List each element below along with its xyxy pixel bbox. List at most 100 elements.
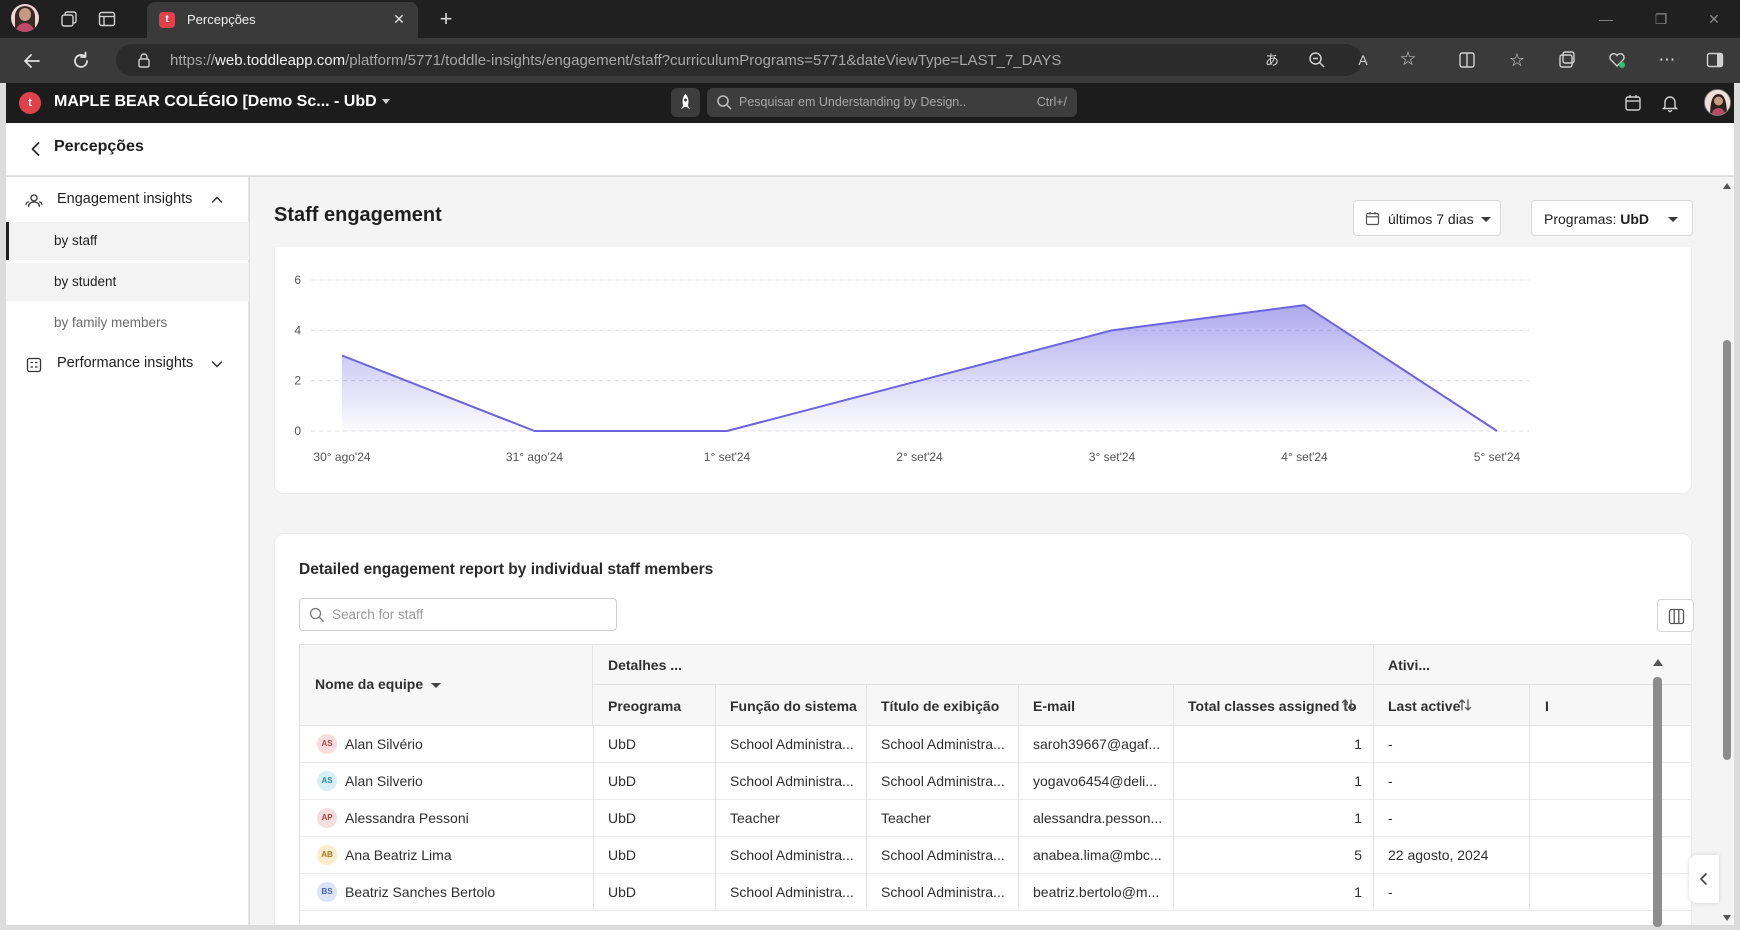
collections-icon[interactable] — [1557, 50, 1577, 70]
col-header-classes[interactable]: Total classes assigned to — [1188, 698, 1357, 714]
group-header-details: Detalhes ... — [608, 657, 682, 673]
zoom-out-icon[interactable] — [1307, 50, 1327, 70]
browser-tab-active[interactable]: t Percepções ✕ — [147, 2, 418, 38]
sort-icon[interactable] — [1340, 697, 1356, 713]
table-scrollbar[interactable] — [1651, 655, 1664, 927]
translate-icon[interactable]: あ — [1262, 50, 1282, 70]
favorite-star-icon[interactable]: ☆ — [1398, 50, 1418, 70]
school-caret-icon[interactable] — [382, 99, 390, 104]
calendar-icon[interactable] — [1623, 93, 1643, 113]
col-header-role[interactable]: Função do sistema — [730, 698, 857, 714]
school-switcher[interactable]: MAPLE BEAR COLÉGIO [Demo Sc... - UbD — [54, 93, 377, 111]
url-field[interactable]: https://web.toddleapp.com/platform/5771/… — [116, 44, 1362, 76]
tab-close-icon[interactable]: ✕ — [390, 10, 408, 28]
table-row[interactable]: BS Beatriz Sanches Bertolo UbD School Admin… — [300, 874, 1691, 911]
split-screen-icon[interactable] — [1457, 50, 1477, 70]
col-header-extra[interactable]: I — [1545, 698, 1549, 714]
cell-name[interactable]: Beatriz Sanches Bertolo — [345, 884, 495, 900]
column-settings-button[interactable] — [1657, 599, 1694, 632]
sidebar-item-by-staff[interactable]: by staff — [6, 222, 249, 260]
divider — [715, 726, 716, 763]
window-close-icon[interactable]: ✕ — [1704, 9, 1724, 29]
staff-avatar: BS — [317, 882, 337, 902]
divider — [1529, 726, 1530, 763]
rocket-icon — [681, 94, 690, 109]
caret-down-icon[interactable] — [431, 683, 441, 688]
cell-name[interactable]: Alan Silverio — [345, 773, 423, 789]
more-menu-icon[interactable]: ⋯ — [1657, 50, 1677, 70]
cell-role: School Administra... — [730, 773, 854, 789]
table-row[interactable]: AP Alessandra Pessoni UbD Teacher Teacher ale… — [300, 800, 1691, 837]
col-header-display-title[interactable]: Título de exibição — [881, 698, 999, 714]
col-header-name[interactable]: Nome da equipe — [315, 676, 423, 692]
table-row[interactable]: AS Alan Silverio UbD School Administra... Sc… — [300, 763, 1691, 800]
user-avatar[interactable] — [1704, 89, 1731, 116]
read-aloud-icon[interactable]: A — [1353, 50, 1373, 70]
date-range-dropdown[interactable]: últimos 7 dias — [1353, 200, 1501, 236]
col-header-email[interactable]: E-mail — [1033, 698, 1075, 714]
cell-name[interactable]: Alan Silvério — [345, 736, 423, 752]
back-chevron-icon[interactable] — [26, 139, 46, 159]
table-scrollbar-thumb[interactable] — [1653, 677, 1662, 927]
staff-search-input[interactable]: Search for staff — [299, 598, 617, 631]
col-header-program[interactable]: Preograma — [608, 698, 681, 714]
col-header-last-active[interactable]: Last active — [1388, 698, 1460, 714]
program-dropdown[interactable]: Programas: UbD — [1531, 200, 1693, 236]
restore-icon[interactable]: ❐ — [1651, 9, 1671, 29]
bell-icon[interactable] — [1660, 93, 1680, 113]
favorites-list-icon[interactable]: ☆ — [1507, 50, 1527, 70]
health-heart-icon[interactable] — [1607, 50, 1627, 70]
tab-actions-icon[interactable] — [97, 9, 117, 29]
main-content: Staff engagement últimos 7 dias Programa… — [250, 177, 1722, 925]
scroll-up-arrow-icon[interactable] — [1723, 183, 1731, 189]
staff-avatar: AS — [317, 734, 337, 754]
sidebar-item-by-student[interactable]: by student — [6, 263, 249, 301]
sort-icon[interactable] — [1457, 697, 1473, 713]
page-scrollbar[interactable] — [1720, 177, 1734, 925]
tab-title: Percepções — [187, 12, 256, 27]
global-search-input[interactable]: Pesquisar em Understanding by Design.. C… — [707, 88, 1077, 117]
sidebar: Engagement insights by staff by student … — [6, 177, 249, 925]
sidebar-group-engagement-insights[interactable]: Engagement insights — [6, 181, 249, 219]
divider — [593, 726, 594, 763]
cell-program: UbD — [608, 736, 637, 752]
x-tick-label: 4° set'24 — [1281, 450, 1328, 464]
scroll-up-arrow-icon[interactable] — [1653, 659, 1663, 666]
workspaces-icon[interactable] — [59, 9, 79, 29]
cell-role: School Administra... — [730, 884, 854, 900]
cell-name[interactable]: Ana Beatriz Lima — [345, 847, 452, 863]
scroll-down-arrow-icon[interactable] — [1723, 915, 1731, 921]
browser-profile-avatar[interactable] — [11, 4, 39, 32]
toddle-favicon-icon: t — [159, 12, 175, 28]
sidebar-toggle-icon[interactable] — [1705, 50, 1725, 70]
divider — [866, 874, 867, 911]
cell-email: yogavo6454@deli... — [1033, 773, 1157, 789]
y-tick-label: 6 — [294, 273, 301, 287]
page-scrollbar-thumb[interactable] — [1723, 340, 1731, 760]
url-text: https://web.toddleapp.com/platform/5771/… — [170, 52, 1062, 69]
table-row[interactable]: AS Alan Silvério UbD School Administra... Sc… — [300, 726, 1691, 763]
divider — [715, 685, 716, 726]
cell-classes: 1 — [1354, 884, 1362, 900]
rocket-button[interactable] — [671, 88, 700, 117]
divider — [1373, 874, 1374, 911]
global-search-placeholder: Pesquisar em Understanding by Design.. — [739, 95, 967, 109]
page-header: Percepções — [6, 123, 1734, 176]
sidebar-group-performance-insights[interactable]: Performance insights — [6, 345, 249, 383]
cell-name[interactable]: Alessandra Pessoni — [345, 810, 469, 826]
cell-role: Teacher — [730, 810, 780, 826]
chevron-down-icon — [211, 361, 223, 368]
panel-collapse-button[interactable] — [1689, 855, 1719, 903]
sidebar-item-by-family-members[interactable]: by family members — [6, 304, 249, 342]
new-tab-icon[interactable]: + — [435, 8, 457, 30]
program-dropdown-label: Programas: UbD — [1544, 211, 1650, 227]
table-row[interactable]: AB Ana Beatriz Lima UbD School Administra..… — [300, 837, 1691, 874]
search-shortcut: Ctrl+/ — [1036, 95, 1067, 109]
back-arrow-icon[interactable] — [21, 50, 43, 72]
reload-icon[interactable] — [70, 50, 92, 72]
staff-search-placeholder: Search for staff — [332, 607, 424, 622]
section-title: Staff engagement — [274, 204, 442, 226]
minimize-icon[interactable]: — — [1596, 9, 1616, 29]
caret-down-icon — [1668, 217, 1678, 222]
lock-icon[interactable] — [136, 52, 152, 68]
